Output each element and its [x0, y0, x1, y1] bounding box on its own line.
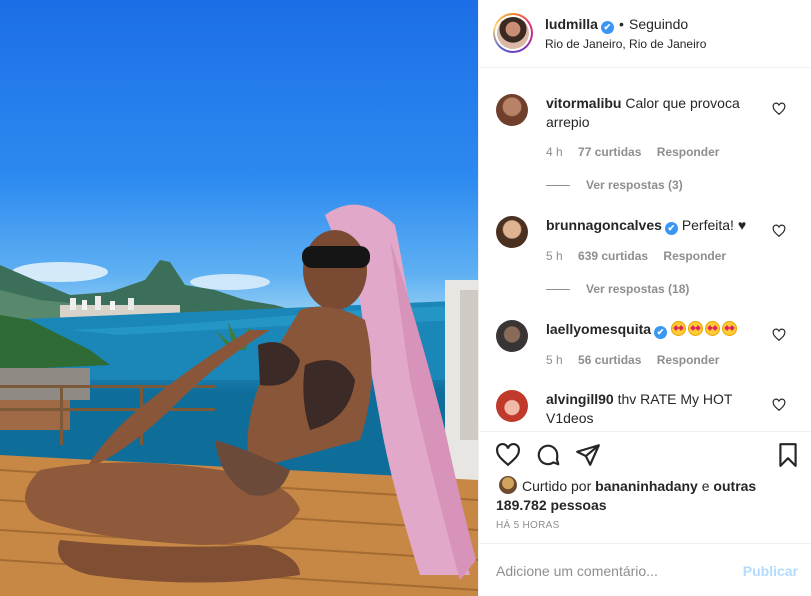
comment-likes[interactable]: 639 curtidas [578, 249, 648, 263]
comment-meta: 5 h 56 curtidas Responder [546, 353, 731, 367]
comment-body: brunnagoncalves ✔ Perfeita! ♥ [546, 216, 761, 235]
comment-username[interactable]: vitormalibu [546, 95, 621, 111]
post-actions: Curtido por bananinhadany e outras 189.7… [479, 431, 811, 543]
post-timestamp[interactable]: HÁ 5 HORAS [496, 520, 560, 531]
comment-username[interactable]: laellyomesquita [546, 321, 651, 337]
likes-summary: Curtido por bananinhadany e outras 189.7… [496, 477, 796, 515]
view-replies-label[interactable]: Ver respostas (18) [586, 282, 689, 296]
add-comment-input[interactable]: Adicione um comentário... [496, 563, 658, 579]
bookmark-icon[interactable] [775, 442, 801, 468]
comment-avatar[interactable] [496, 320, 528, 352]
comment-username[interactable]: alvingill90 [546, 391, 614, 407]
comment-like-heart-icon[interactable] [772, 224, 786, 238]
post-photo-illustration [0, 204, 478, 596]
comment-time[interactable]: 5 h [546, 353, 563, 367]
comment-like-heart-icon[interactable] [772, 328, 786, 342]
post-header: ludmilla ✔ • Seguindo Rio de Janeiro, Rio… [479, 0, 811, 68]
star-struck-emoji-icon [687, 321, 703, 336]
comment-likes[interactable]: 77 curtidas [578, 145, 641, 159]
liked-by-username[interactable]: bananinhadany [595, 478, 698, 494]
paper-plane-icon[interactable] [575, 442, 601, 468]
star-struck-emoji-icon [721, 321, 737, 336]
comment-avatar[interactable] [496, 94, 528, 126]
comment-likes[interactable]: 56 curtidas [578, 353, 641, 367]
separator-dot: • [619, 16, 624, 32]
heart-icon[interactable] [495, 442, 521, 468]
post-photo[interactable] [0, 0, 478, 596]
author-username[interactable]: ludmilla ✔ [545, 16, 614, 34]
publish-button[interactable]: Publicar [743, 563, 798, 579]
likes-prefix: Curtido por [522, 478, 592, 494]
comment-time[interactable]: 5 h [546, 249, 563, 263]
comment-reply-button[interactable]: Responder [657, 145, 720, 159]
follow-status-button[interactable]: Seguindo [629, 16, 688, 32]
verified-badge-icon: ✔ [654, 326, 668, 339]
comment-body: vitormalibu Calor que provoca arrepio [546, 94, 761, 132]
post-location[interactable]: Rio de Janeiro, Rio de Janeiro [545, 37, 706, 51]
comment-emojis [670, 321, 739, 337]
replies-divider [546, 289, 570, 291]
likes-connector: e [701, 478, 710, 494]
comment-body: laellyomesquita ✔ [546, 320, 761, 339]
star-struck-emoji-icon [670, 321, 686, 336]
comment-meta: 4 h 77 curtidas Responder [546, 145, 731, 159]
comment-avatar[interactable] [496, 390, 528, 422]
comment-reply-button[interactable]: Responder [657, 353, 720, 367]
view-replies-button[interactable]: Ver respostas (3) [546, 178, 683, 192]
view-replies-label[interactable]: Ver respostas (3) [586, 178, 683, 192]
comment-avatar[interactable] [496, 216, 528, 248]
verified-badge-icon: ✔ [664, 222, 678, 235]
add-comment-bar: Adicione um comentário... Publicar [479, 543, 811, 596]
comment-reply-button[interactable]: Responder [663, 249, 726, 263]
author-username-text[interactable]: ludmilla [545, 16, 598, 32]
view-replies-button[interactable]: Ver respostas (18) [546, 282, 689, 296]
comment-meta: 5 h 639 curtidas Responder [546, 249, 738, 263]
comment-time[interactable]: 4 h [546, 145, 563, 159]
replies-divider [546, 185, 570, 187]
author-avatar[interactable] [493, 13, 533, 53]
verified-badge-icon: ✔ [600, 21, 614, 34]
comment-like-heart-icon[interactable] [772, 102, 786, 116]
comment-like-heart-icon[interactable] [772, 398, 786, 412]
post-side-panel: ludmilla ✔ • Seguindo Rio de Janeiro, Rio… [478, 0, 811, 596]
comments-list[interactable]: vitormalibu Calor que provoca arrepio 4 … [479, 69, 811, 431]
comment-icon[interactable] [535, 442, 561, 468]
comment-body: alvingill90 thv RATE My HOT V1deos [546, 390, 761, 428]
comment-username[interactable]: brunnagoncalves [546, 217, 662, 233]
star-struck-emoji-icon [704, 321, 720, 336]
comment-text: Perfeita! ♥ [681, 217, 747, 233]
